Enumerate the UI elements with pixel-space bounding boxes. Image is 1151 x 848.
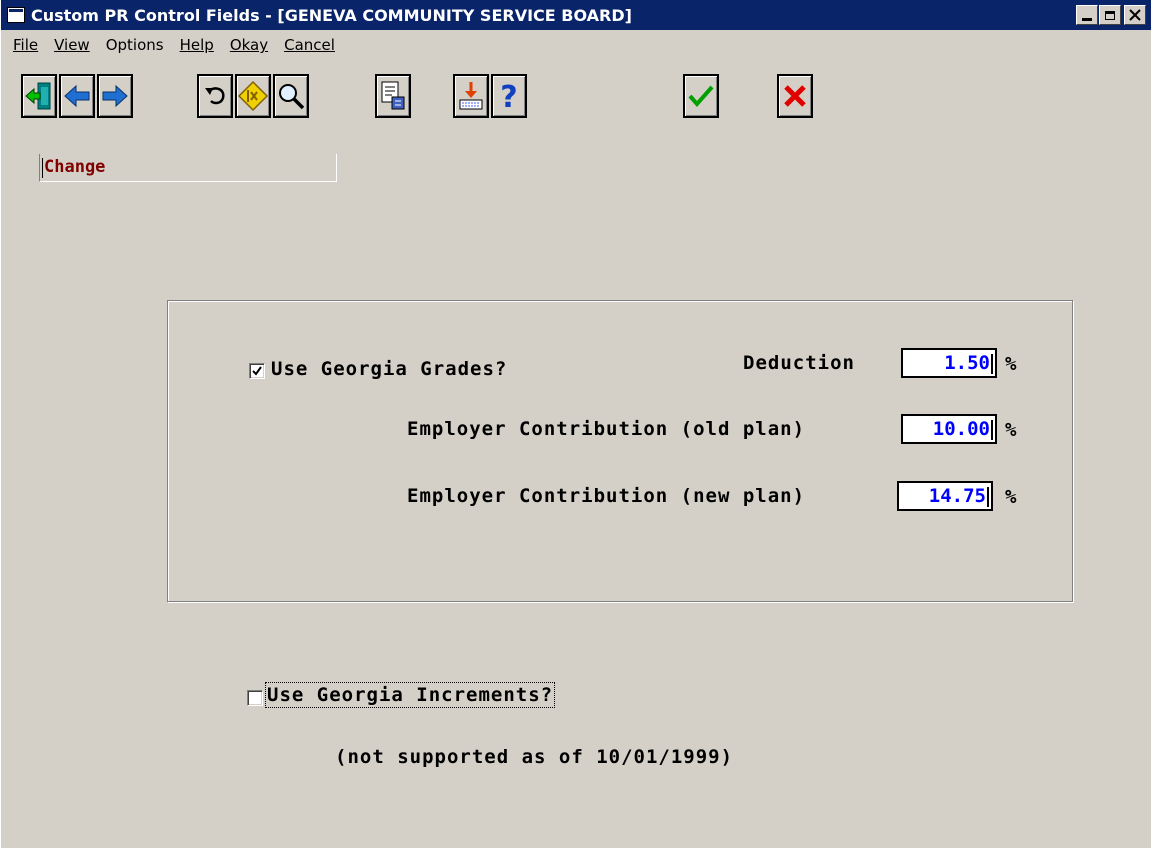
document-icon: [381, 81, 405, 110]
maximize-icon: [1105, 10, 1115, 20]
deduction-field[interactable]: 1.50: [901, 348, 997, 378]
checkmark-icon: [688, 85, 714, 108]
cancel-x-icon: [784, 85, 806, 107]
deduction-label: Deduction: [743, 352, 855, 374]
help-question-icon: ?: [500, 80, 517, 113]
menu-cancel-label: Cancel: [284, 36, 335, 54]
menu-okay[interactable]: Okay: [230, 36, 268, 54]
help-button[interactable]: ?: [491, 74, 527, 118]
undo-button[interactable]: [197, 74, 233, 118]
diamond-icon: [237, 80, 269, 112]
search-button[interactable]: [273, 74, 309, 118]
use-grades-checkbox[interactable]: [249, 363, 265, 379]
close-button[interactable]: [1124, 5, 1146, 25]
diamond-button[interactable]: [235, 74, 271, 118]
menu-options[interactable]: Options: [106, 36, 164, 54]
use-increments-checkbox[interactable]: [247, 690, 263, 706]
new-plan-label: Employer Contribution (new plan): [407, 485, 806, 507]
window-title: Custom PR Control Fields - [GENEVA COMMU…: [31, 5, 632, 25]
checkmark-icon: [252, 366, 262, 376]
cancel-button[interactable]: [777, 74, 813, 118]
new-plan-percent: %: [1005, 486, 1017, 508]
magnifier-icon: [279, 84, 305, 110]
next-button[interactable]: [97, 74, 133, 118]
old-plan-label: Employer Contribution (old plan): [407, 418, 806, 440]
new-plan-value: 14.75: [928, 485, 986, 507]
deduction-value: 1.50: [944, 352, 990, 374]
menu-view[interactable]: View: [54, 36, 90, 54]
import-icon: [459, 82, 483, 110]
window-controls: [1075, 5, 1146, 25]
minimize-icon: [1082, 17, 1092, 21]
menu-file[interactable]: File: [13, 36, 38, 54]
okay-button[interactable]: [683, 74, 719, 118]
menu-cancel[interactable]: Cancel: [284, 36, 335, 54]
previous-button[interactable]: [59, 74, 95, 118]
minimize-button[interactable]: [1076, 5, 1098, 25]
menu-help-label: Help: [179, 36, 214, 54]
deduction-percent: %: [1005, 353, 1017, 375]
title-bar[interactable]: Custom PR Control Fields - [GENEVA COMMU…: [1, 0, 1151, 30]
use-increments-label[interactable]: Use Georgia Increments?: [264, 682, 556, 708]
text-caret: [991, 353, 993, 374]
menu-view-label: View: [54, 36, 90, 54]
settings-group: [167, 300, 1073, 602]
new-plan-field[interactable]: 14.75: [897, 481, 993, 511]
exit-icon: [25, 82, 51, 110]
old-plan-field[interactable]: 10.00: [901, 414, 997, 444]
close-icon: [1129, 9, 1141, 21]
old-plan-value: 10.00: [932, 418, 990, 440]
mode-indicator: Change: [39, 154, 337, 182]
old-plan-percent: %: [1005, 419, 1017, 441]
exit-button[interactable]: [21, 74, 57, 118]
arrow-left-icon: [64, 84, 90, 108]
menu-options-label: Options: [105, 36, 164, 54]
menu-okay-label: Okay: [229, 36, 269, 54]
use-grades-label[interactable]: Use Georgia Grades?: [271, 358, 507, 380]
text-caret: [991, 419, 993, 440]
app-window: Custom PR Control Fields - [GENEVA COMMU…: [0, 0, 1151, 848]
not-supported-note: (not supported as of 10/01/1999): [335, 746, 734, 768]
svg-text:?: ?: [500, 80, 517, 113]
maximize-button[interactable]: [1099, 5, 1121, 25]
toolbar: ?: [1, 74, 1151, 122]
menu-bar: File View Options Help Okay Cancel: [1, 30, 1151, 60]
import-button[interactable]: [453, 74, 489, 118]
document-button[interactable]: [375, 74, 411, 118]
arrow-right-icon: [102, 84, 128, 108]
text-caret: [987, 486, 989, 507]
undo-icon: [205, 87, 225, 105]
menu-file-label: File: [13, 36, 39, 54]
menu-help[interactable]: Help: [180, 36, 214, 54]
app-window-icon[interactable]: [7, 7, 25, 23]
